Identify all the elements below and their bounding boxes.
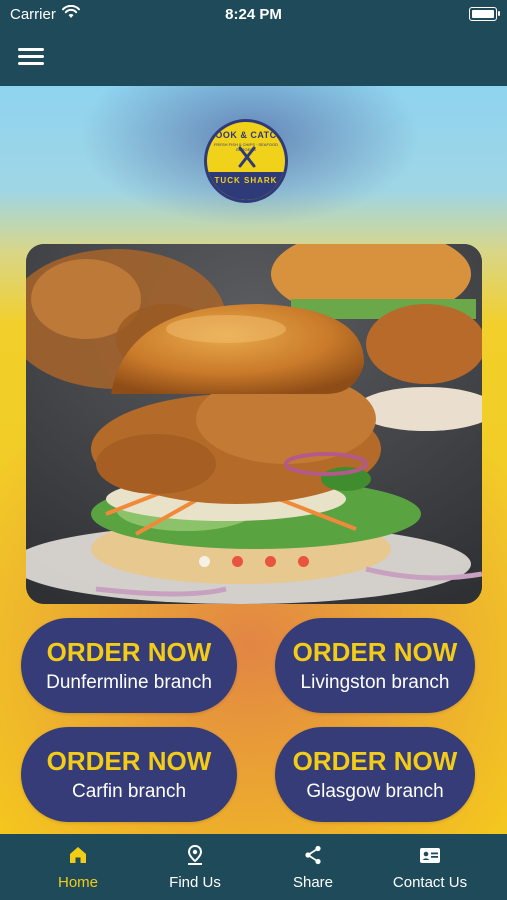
battery-icon bbox=[469, 7, 500, 21]
order-title: ORDER NOW bbox=[292, 637, 458, 667]
app-bar bbox=[0, 30, 507, 86]
tab-contact-us[interactable]: Contact Us bbox=[372, 834, 488, 900]
order-glasgow-button[interactable]: ORDER NOW Glasgow branch bbox=[275, 727, 475, 822]
tab-home-label: Home bbox=[57, 874, 98, 891]
contact-card-icon bbox=[420, 848, 440, 863]
order-branch: Glasgow branch bbox=[306, 781, 444, 802]
status-time: 8:24 PM bbox=[225, 6, 282, 23]
status-bar: Carrier 8:24 PM bbox=[0, 0, 507, 30]
burger-photo bbox=[26, 244, 482, 604]
carousel-dot[interactable] bbox=[232, 556, 243, 567]
tab-share[interactable]: Share bbox=[254, 834, 372, 900]
order-branch: Livingston branch bbox=[300, 672, 450, 693]
logo-bottom-text: TUCK SHARK bbox=[214, 176, 278, 185]
crossed-fish-icon bbox=[238, 146, 256, 168]
tab-share-label: Share bbox=[292, 874, 334, 891]
order-dunfermline-button[interactable]: ORDER NOW Dunfermline branch bbox=[21, 618, 237, 713]
order-title: ORDER NOW bbox=[46, 637, 212, 667]
carousel-dot[interactable] bbox=[265, 556, 276, 567]
order-carfin-button[interactable]: ORDER NOW Carfin branch bbox=[21, 727, 237, 822]
home-content: HOOK & CATCH FRESH FISH & CHIPS · SEAFOO… bbox=[0, 86, 507, 834]
tab-contact-us-label: Contact Us bbox=[392, 874, 468, 891]
share-icon bbox=[305, 845, 321, 865]
home-icon bbox=[70, 847, 86, 863]
carousel-dot[interactable] bbox=[298, 556, 309, 567]
carousel-dot[interactable] bbox=[199, 556, 210, 567]
brand-logo: HOOK & CATCH FRESH FISH & CHIPS · SEAFOO… bbox=[204, 119, 288, 203]
carousel-dots bbox=[26, 554, 482, 572]
hero-carousel[interactable] bbox=[26, 244, 482, 604]
logo-top-text: HOOK & CATCH bbox=[208, 130, 284, 140]
tab-home[interactable]: Home bbox=[20, 834, 136, 900]
hamburger-menu-icon[interactable] bbox=[18, 44, 44, 68]
order-branch: Carfin branch bbox=[71, 781, 187, 802]
location-pin-icon bbox=[187, 844, 203, 865]
order-title: ORDER NOW bbox=[292, 746, 458, 776]
order-livingston-button[interactable]: ORDER NOW Livingston branch bbox=[275, 618, 475, 713]
order-branch: Dunfermline branch bbox=[46, 672, 212, 693]
bottom-tab-bar: Home Find Us Share Contact Us bbox=[0, 834, 507, 900]
tab-find-us[interactable]: Find Us bbox=[136, 834, 254, 900]
tab-find-us-label: Find Us bbox=[169, 874, 221, 891]
order-title: ORDER NOW bbox=[46, 746, 212, 776]
